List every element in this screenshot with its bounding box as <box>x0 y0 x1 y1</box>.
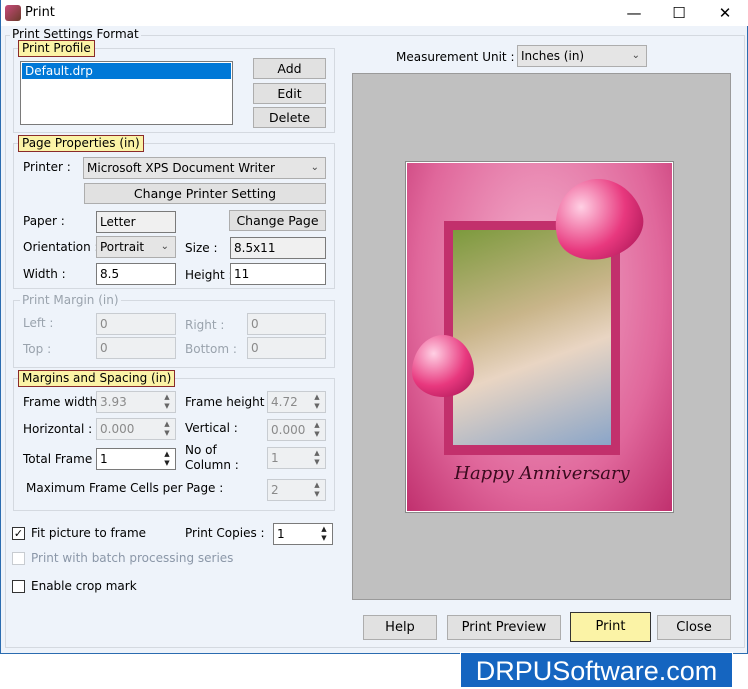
spinner-arrows-icon[interactable]: ▲ ▼ <box>160 450 174 468</box>
left-margin-input[interactable]: 0 <box>96 313 176 335</box>
top-margin-input[interactable]: 0 <box>96 337 176 359</box>
profile-legend: Print Profile <box>18 40 95 57</box>
close-window-button[interactable]: ✕ <box>705 2 745 24</box>
frame-height-value: 4.72 <box>271 395 298 409</box>
preview-panel: Happy Anniversary <box>352 73 731 600</box>
left-label: Left : <box>23 316 54 330</box>
profile-list[interactable]: Default.drp <box>20 61 233 125</box>
height-label: Height : <box>185 268 233 282</box>
card-caption: Happy Anniversary <box>454 463 630 484</box>
width-input[interactable]: 8.5 <box>96 263 176 285</box>
spinner-arrows-icon[interactable]: ▲ ▼ <box>317 525 331 543</box>
print-preview-button[interactable]: Print Preview <box>447 615 561 640</box>
print-copies-value: 1 <box>277 527 285 541</box>
size-label: Size : <box>185 241 218 255</box>
chevron-down-icon: ⌄ <box>631 50 640 61</box>
chevron-down-icon: ⌄ <box>160 241 169 252</box>
max-cells-spinner[interactable]: 2 ▲ ▼ <box>267 479 326 501</box>
frame-height-spinner[interactable]: 4.72 ▲ ▼ <box>267 391 326 413</box>
spinner-arrows-icon[interactable]: ▲ ▼ <box>160 393 174 411</box>
print-dialog: Print — ☐ ✕ Print Settings Format Print … <box>0 0 748 654</box>
fit-picture-checkbox[interactable]: ✓ <box>12 527 25 540</box>
print-copies-label: Print Copies : <box>185 526 265 540</box>
print-copies-spinner[interactable]: 1 ▲ ▼ <box>273 523 333 545</box>
vertical-value: 0.000 <box>271 423 306 437</box>
width-label: Width : <box>23 267 66 281</box>
frame-width-value: 3.93 <box>100 395 127 409</box>
frame-width-label: Frame width <box>23 395 98 409</box>
list-item[interactable]: Default.drp <box>22 63 231 79</box>
total-frame-spinner[interactable]: 1 ▲ ▼ <box>96 448 176 470</box>
spinner-arrows-icon[interactable]: ▲ ▼ <box>160 420 174 438</box>
right-margin-input[interactable]: 0 <box>247 313 326 335</box>
measurement-unit-value: Inches (in) <box>521 49 585 63</box>
chevron-down-icon: ⌄ <box>310 162 319 173</box>
horizontal-value: 0.000 <box>100 422 135 436</box>
measurement-unit-select[interactable]: Inches (in) ⌄ <box>517 45 647 67</box>
anniversary-card-image: Happy Anniversary <box>407 163 672 511</box>
paper-label: Paper : <box>23 214 65 228</box>
horizontal-label: Horizontal : <box>23 422 93 436</box>
total-frame-value: 1 <box>100 452 108 466</box>
orientation-value: Portrait <box>100 240 145 254</box>
fit-picture-label: Fit picture to frame <box>31 526 147 540</box>
print-margin-legend: Print Margin (in) <box>20 293 121 307</box>
maximize-button[interactable]: ☐ <box>659 2 699 24</box>
columns-label-line1: No of <box>185 443 217 457</box>
bottom-margin-input[interactable]: 0 <box>247 337 326 359</box>
help-button[interactable]: Help <box>363 615 437 640</box>
change-printer-setting-button[interactable]: Change Printer Setting <box>84 183 326 204</box>
change-page-button[interactable]: Change Page <box>229 210 326 231</box>
crop-mark-checkbox[interactable] <box>12 580 25 593</box>
delete-button[interactable]: Delete <box>253 107 326 128</box>
minimize-button[interactable]: — <box>614 2 654 24</box>
max-cells-value: 2 <box>271 483 279 497</box>
frame-width-spinner[interactable]: 3.93 ▲ ▼ <box>96 391 176 413</box>
spacing-legend: Margins and Spacing (in) <box>18 370 176 387</box>
orientation-select[interactable]: Portrait ⌄ <box>96 236 176 258</box>
vertical-spinner[interactable]: 0.000 ▲ ▼ <box>267 419 326 441</box>
columns-label-line2: Column : <box>185 458 239 472</box>
close-button[interactable]: Close <box>657 615 731 640</box>
measurement-unit-label: Measurement Unit : <box>396 50 515 64</box>
orientation-label: Orientation : <box>23 240 99 254</box>
batch-processing-label: Print with batch processing series <box>31 551 234 565</box>
vertical-label: Vertical : <box>185 421 238 435</box>
print-button[interactable]: Print <box>570 612 651 642</box>
watermark-logo: DRPUSoftware.com <box>460 652 733 688</box>
printer-select[interactable]: Microsoft XPS Document Writer ⌄ <box>83 157 326 179</box>
couple-photo <box>453 230 611 445</box>
preview-page: Happy Anniversary <box>405 161 674 513</box>
columns-spinner[interactable]: 1 ▲ ▼ <box>267 447 326 469</box>
app-icon <box>5 5 21 21</box>
total-frame-label: Total Frame <box>23 452 93 466</box>
columns-value: 1 <box>271 451 279 465</box>
title-bar: Print — ☐ ✕ <box>1 0 748 26</box>
frame-height-label: Frame height : <box>185 395 273 409</box>
top-label: Top : <box>23 342 52 356</box>
paper-field: Letter <box>96 211 176 233</box>
window-title: Print <box>25 5 55 20</box>
batch-processing-checkbox[interactable] <box>12 552 25 565</box>
add-button[interactable]: Add <box>253 58 326 79</box>
spinner-arrows-icon[interactable]: ▲ ▼ <box>310 449 324 467</box>
spinner-arrows-icon[interactable]: ▲ ▼ <box>310 393 324 411</box>
height-input[interactable]: 11 <box>230 263 326 285</box>
spinner-arrows-icon[interactable]: ▲ ▼ <box>310 481 324 499</box>
max-cells-label: Maximum Frame Cells per Page : <box>26 481 224 495</box>
crop-mark-label: Enable crop mark <box>31 579 137 593</box>
right-label: Right : <box>185 318 225 332</box>
edit-button[interactable]: Edit <box>253 83 326 104</box>
settings-title: Print Settings Format <box>10 27 141 41</box>
printer-label: Printer : <box>23 160 71 174</box>
horizontal-spinner[interactable]: 0.000 ▲ ▼ <box>96 418 176 440</box>
spinner-arrows-icon[interactable]: ▲ ▼ <box>310 421 324 439</box>
page-properties-legend: Page Properties (in) <box>18 135 144 152</box>
bottom-label: Bottom : <box>185 342 237 356</box>
size-field: 8.5x11 <box>230 237 326 259</box>
printer-value: Microsoft XPS Document Writer <box>87 161 275 175</box>
